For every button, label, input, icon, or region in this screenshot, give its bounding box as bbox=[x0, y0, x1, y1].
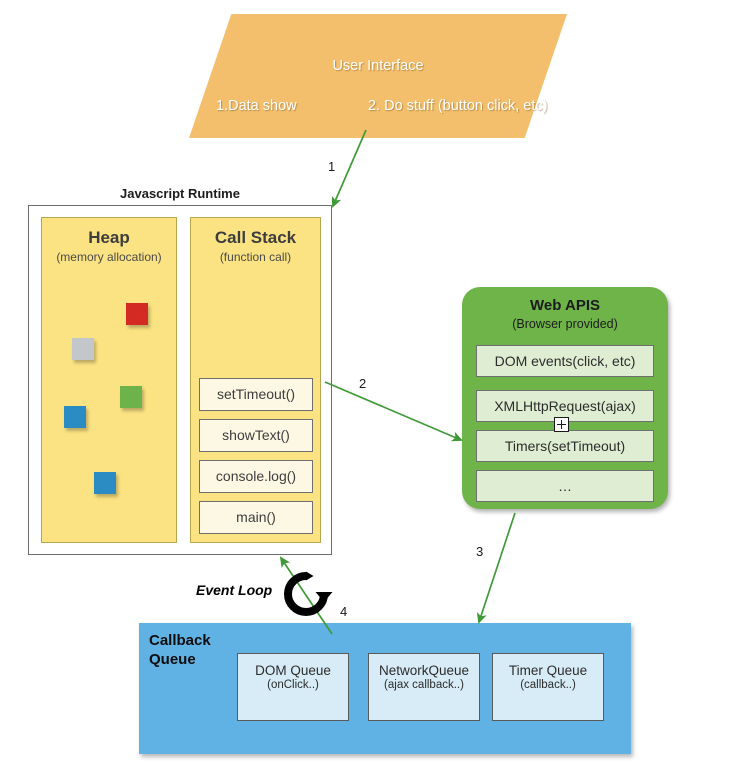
arrow-1-number: 1 bbox=[328, 159, 336, 174]
user-interface-items: 1.Data show 2. Do stuff (button click, e… bbox=[216, 98, 562, 114]
call-stack-frame: console.log() bbox=[199, 460, 313, 493]
heap-memory-block-2 bbox=[72, 338, 94, 360]
heap-memory-block-1 bbox=[126, 303, 148, 325]
plus-cursor-icon bbox=[554, 417, 569, 432]
web-api-item: … bbox=[476, 470, 654, 502]
javascript-runtime-title: Javascript Runtime bbox=[120, 186, 240, 201]
call-stack-panel: Call Stack (function call) setTimeout() s… bbox=[190, 217, 321, 543]
user-interface-shape bbox=[189, 14, 567, 138]
web-api-item: Timers(setTimeout) bbox=[476, 430, 654, 462]
callback-queue-title: Callback Queue bbox=[149, 631, 245, 669]
call-stack-frame: setTimeout() bbox=[199, 378, 313, 411]
user-interface-title: User Interface bbox=[332, 58, 424, 74]
callback-queue-title-line2: Queue bbox=[149, 651, 196, 668]
call-stack-title: Call Stack bbox=[214, 228, 297, 247]
heap-title: Heap bbox=[88, 228, 130, 247]
diagram-canvas: User Interface 1.Data show 2. Do stuff (… bbox=[0, 0, 748, 784]
arrow-1-line bbox=[331, 129, 367, 208]
web-api-item: DOM events(click, etc) bbox=[476, 345, 654, 377]
callback-queue-item-detail: (onClick..) bbox=[267, 679, 319, 691]
callback-queue-item-detail: (callback..) bbox=[520, 679, 576, 691]
arrow-2-number: 2 bbox=[359, 376, 367, 391]
call-stack-frame: showText() bbox=[199, 419, 313, 452]
call-stack-subtitle: (function call) bbox=[219, 250, 292, 264]
callback-queue-item-name: Timer Queue bbox=[508, 663, 588, 678]
web-apis-title: Web APIS bbox=[529, 297, 600, 314]
arrow-3-line bbox=[476, 512, 516, 624]
user-interface-item-do-stuff: 2. Do stuff (button click, etc) bbox=[368, 98, 548, 114]
heap-memory-block-3 bbox=[120, 386, 142, 408]
arrow-2-line bbox=[324, 381, 463, 442]
call-stack-frame: main() bbox=[199, 501, 313, 534]
callback-queue-box: Callback Queue DOM Queue (onClick..) Netwo… bbox=[139, 623, 631, 754]
callback-queue-item-name: DOM Queue bbox=[255, 663, 331, 678]
event-loop-group: Event Loop bbox=[196, 570, 336, 618]
arrow-3-number: 3 bbox=[476, 544, 484, 559]
user-interface-item-data-show: 1.Data show bbox=[216, 98, 297, 114]
web-apis-subtitle: (Browser provided) bbox=[512, 317, 618, 331]
heap-subtitle: (memory allocation) bbox=[56, 250, 162, 264]
heap-memory-block-5 bbox=[94, 472, 116, 494]
callback-queue-item-name: NetworkQueue bbox=[378, 663, 470, 678]
arrow-4-number: 4 bbox=[340, 604, 348, 619]
javascript-runtime-box: Heap (memory allocation) Call Stack (fun… bbox=[28, 205, 332, 555]
callback-queue-item: DOM Queue (onClick..) bbox=[237, 653, 349, 721]
event-loop-label: Event Loop bbox=[196, 582, 273, 598]
heap-memory-block-4 bbox=[64, 406, 86, 428]
heap-panel: Heap (memory allocation) bbox=[41, 217, 177, 543]
callback-queue-title-line1: Callback bbox=[149, 632, 211, 649]
callback-queue-item-detail: (ajax callback..) bbox=[384, 679, 464, 691]
callback-queue-item: Timer Queue (callback..) bbox=[492, 653, 604, 721]
web-apis-box: Web APIS (Browser provided) DOM events(c… bbox=[462, 287, 668, 509]
user-interface-block: User Interface 1.Data show 2. Do stuff (… bbox=[189, 14, 567, 138]
circular-arrow-icon bbox=[282, 570, 336, 623]
callback-queue-item: NetworkQueue (ajax callback..) bbox=[368, 653, 480, 721]
